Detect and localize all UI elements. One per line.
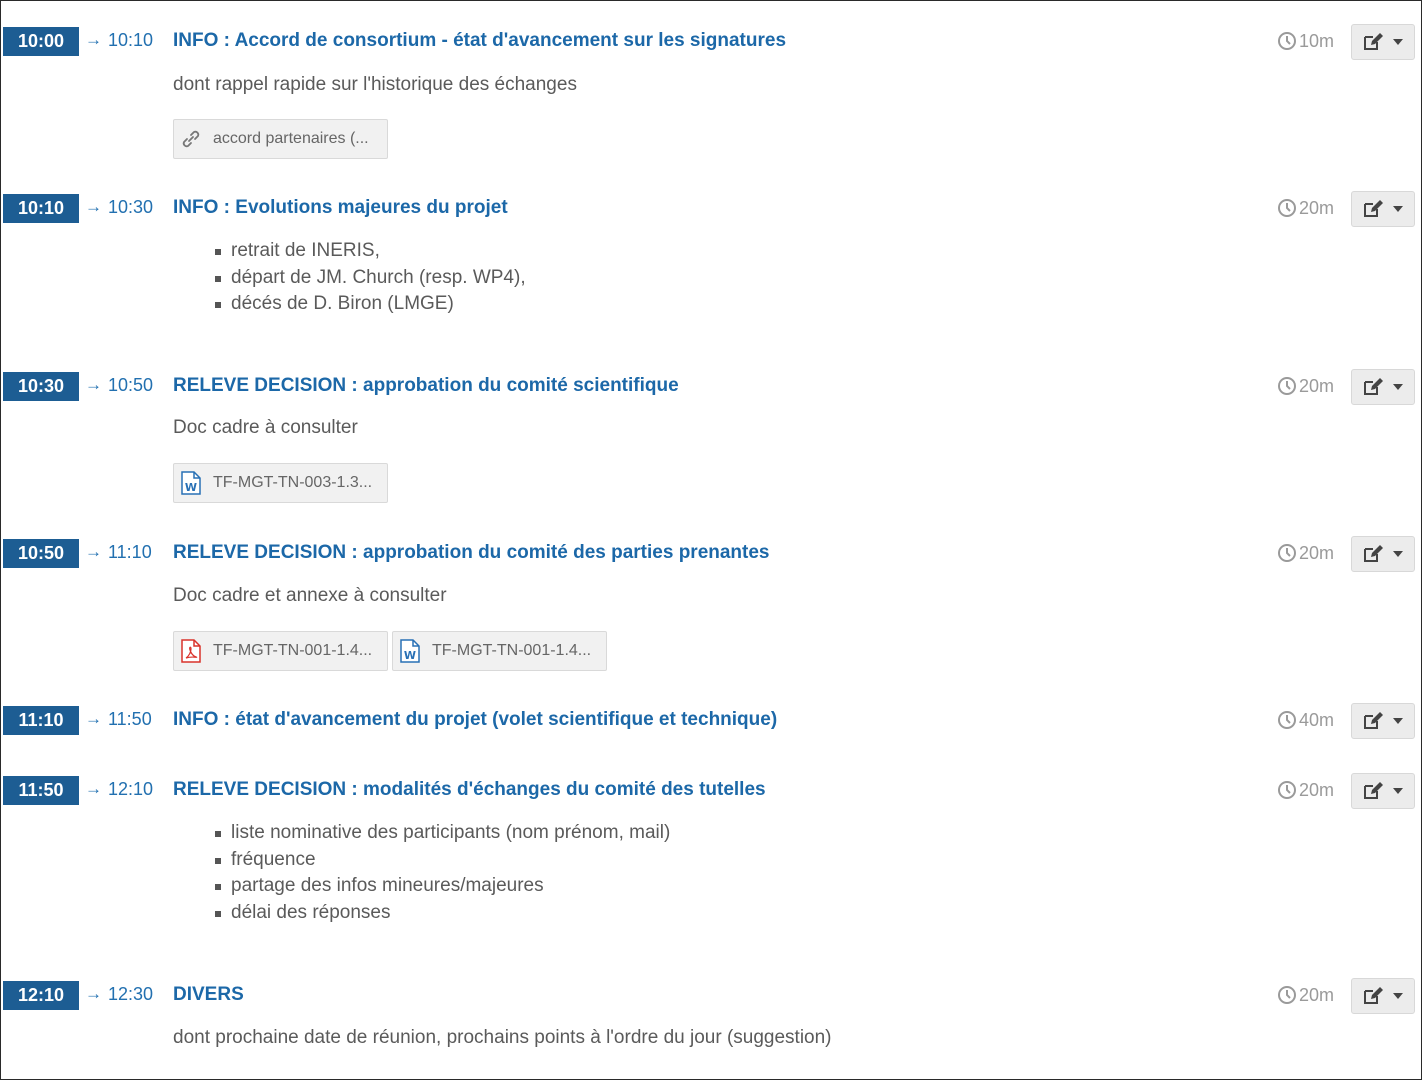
edit-icon — [1364, 782, 1383, 799]
item-title[interactable]: INFO : Accord de consortium - état d'ava… — [173, 29, 786, 53]
caret-down-icon — [1393, 788, 1403, 794]
start-time-badge: 10:50 — [3, 539, 79, 568]
attachment-word[interactable]: W TF-MGT-TN-003-1.3... — [173, 463, 388, 503]
link-icon — [179, 127, 203, 151]
svg-text:W: W — [404, 649, 416, 662]
list-item: fréquence — [214, 849, 670, 876]
attachment-label: TF-MGT-TN-003-1.3... — [213, 474, 373, 491]
edit-dropdown-button[interactable] — [1351, 191, 1415, 227]
item-description: Doc cadre à consulter — [173, 417, 358, 438]
start-time-badge: 10:00 — [3, 27, 79, 56]
item-title[interactable]: RELEVE DECISION : approbation du comité … — [173, 374, 679, 398]
arrow-icon: → — [85, 30, 102, 49]
item-title[interactable]: INFO : état d'avancement du projet (vole… — [173, 708, 777, 732]
clock-icon — [1278, 32, 1296, 50]
bullet-list: retrait de INERIS, départ de JM. Church … — [214, 240, 526, 320]
item-description: dont rappel rapide sur l'historique des … — [173, 74, 577, 95]
end-time: 10:10 — [108, 30, 154, 50]
attachment-word[interactable]: W TF-MGT-TN-001-1.4... — [392, 631, 607, 671]
edit-icon — [1364, 545, 1383, 562]
edit-icon — [1364, 33, 1383, 50]
clock-icon — [1278, 544, 1296, 562]
edit-dropdown-button[interactable] — [1351, 536, 1415, 572]
word-file-icon: W — [179, 471, 203, 495]
list-item: retrait de INERIS, — [214, 240, 526, 267]
duration: 20m — [1277, 542, 1334, 564]
clock-icon — [1278, 377, 1296, 395]
duration: 40m — [1277, 709, 1334, 731]
arrow-icon: → — [85, 779, 102, 798]
list-item: liste nominative des participants (nom p… — [214, 822, 670, 849]
start-time-badge: 11:50 — [3, 776, 79, 805]
end-time: 11:50 — [108, 709, 152, 729]
duration: 20m — [1277, 197, 1334, 219]
item-description: dont prochaine date de réunion, prochain… — [173, 1027, 832, 1048]
item-description: Doc cadre et annexe à consulter — [173, 585, 447, 606]
duration: 20m — [1277, 779, 1334, 801]
attachment-link[interactable]: accord partenaires (... — [173, 119, 388, 159]
start-time-badge: 12:10 — [3, 981, 79, 1010]
item-title[interactable]: RELEVE DECISION : approbation du comité … — [173, 541, 770, 565]
attachment-label: TF-MGT-TN-001-1.4... — [213, 642, 373, 659]
duration-value: 20m — [1299, 780, 1335, 800]
duration-value: 20m — [1299, 376, 1335, 396]
list-item: départ de JM. Church (resp. WP4), — [214, 267, 526, 294]
word-file-icon: W — [398, 639, 422, 663]
bullet-list: liste nominative des participants (nom p… — [214, 822, 670, 928]
edit-icon — [1364, 378, 1383, 395]
clock-icon — [1278, 711, 1296, 729]
end-time: 11:10 — [108, 542, 152, 562]
start-time-badge: 10:30 — [3, 372, 79, 401]
attachment-label: accord partenaires (... — [213, 130, 369, 147]
clock-icon — [1278, 199, 1296, 217]
duration: 20m — [1277, 375, 1334, 397]
end-time: 10:30 — [108, 197, 154, 217]
item-title[interactable]: RELEVE DECISION : modalités d'échanges d… — [173, 778, 766, 802]
attachment-pdf[interactable]: TF-MGT-TN-001-1.4... — [173, 631, 388, 671]
edit-dropdown-button[interactable] — [1351, 703, 1415, 739]
end-time: 10:50 — [108, 375, 154, 395]
caret-down-icon — [1393, 384, 1403, 390]
caret-down-icon — [1393, 206, 1403, 212]
arrow-icon: → — [85, 375, 102, 394]
caret-down-icon — [1393, 993, 1403, 999]
caret-down-icon — [1393, 551, 1403, 557]
edit-icon — [1364, 987, 1383, 1004]
arrow-icon: → — [85, 984, 102, 1003]
edit-dropdown-button[interactable] — [1351, 369, 1415, 405]
duration-value: 20m — [1299, 198, 1335, 218]
item-title[interactable]: DIVERS — [173, 983, 244, 1007]
attachment-label: TF-MGT-TN-001-1.4... — [432, 642, 592, 659]
edit-dropdown-button[interactable] — [1351, 978, 1415, 1014]
duration-value: 20m — [1299, 985, 1335, 1005]
start-time-badge: 10:10 — [3, 194, 79, 223]
svg-text:W: W — [185, 481, 197, 494]
agenda-frame: 10:00 → 10:10 INFO : Accord de consortiu… — [0, 0, 1422, 1080]
duration-value: 10m — [1299, 31, 1335, 51]
edit-icon — [1364, 200, 1383, 217]
duration: 10m — [1277, 30, 1334, 52]
item-title[interactable]: INFO : Evolutions majeures du projet — [173, 196, 508, 220]
pdf-file-icon — [179, 639, 203, 663]
list-item: décés de D. Biron (LMGE) — [214, 293, 526, 320]
arrow-icon: → — [85, 542, 102, 561]
end-time: 12:30 — [108, 984, 154, 1004]
duration: 20m — [1277, 984, 1334, 1006]
edit-dropdown-button[interactable] — [1351, 24, 1415, 60]
edit-dropdown-button[interactable] — [1351, 773, 1415, 809]
clock-icon — [1278, 986, 1296, 1004]
list-item: délai des réponses — [214, 902, 670, 929]
clock-icon — [1278, 781, 1296, 799]
end-time: 12:10 — [108, 779, 154, 799]
edit-icon — [1364, 712, 1383, 729]
arrow-icon: → — [85, 709, 102, 728]
caret-down-icon — [1393, 718, 1403, 724]
caret-down-icon — [1393, 39, 1403, 45]
start-time-badge: 11:10 — [3, 706, 79, 735]
duration-value: 40m — [1299, 710, 1335, 730]
list-item: partage des infos mineures/majeures — [214, 875, 670, 902]
arrow-icon: → — [85, 197, 102, 216]
duration-value: 20m — [1299, 543, 1335, 563]
